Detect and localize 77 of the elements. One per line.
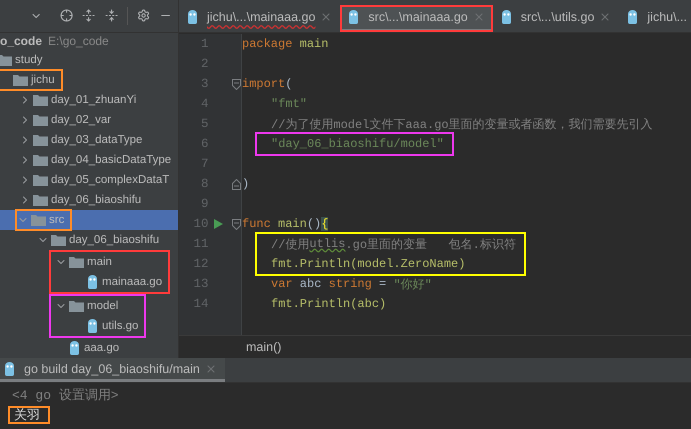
tree-item[interactable]: day_03_dataType (51, 134, 142, 146)
tree-item[interactable]: day_04_basicDataType (51, 154, 172, 166)
fold-icon[interactable] (232, 178, 241, 190)
code-text: abc (298, 277, 322, 291)
code-comment: //为了使用model文件下aaa.go里面的变量或者函数，我们需要先引入 (271, 116, 653, 132)
folder-icon (69, 256, 84, 268)
tree-item[interactable]: day_02_var (51, 114, 112, 126)
gopher-icon (500, 10, 512, 24)
folder-icon (33, 154, 48, 166)
settings-icon[interactable] (136, 8, 150, 24)
project-name[interactable]: o_code (0, 34, 42, 48)
tree-item[interactable]: utils.go (102, 320, 138, 332)
gopher-icon (4, 362, 15, 376)
breadcrumb[interactable]: main() (246, 340, 282, 354)
tree-item[interactable]: day_05_complexDataT (51, 174, 170, 186)
run-icon[interactable] (214, 219, 224, 229)
code-text: { (321, 217, 328, 231)
code-text: string (328, 277, 372, 291)
editor-tab[interactable]: jichu\...\mainaaa.go (179, 5, 340, 32)
console-output: <4 go 设置调用> (12, 387, 119, 404)
gopher-icon (87, 319, 98, 333)
folder-icon (0, 54, 12, 66)
tree-item[interactable]: main (87, 256, 112, 268)
editor-tab[interactable]: src\...\mainaaa.go (340, 5, 493, 32)
code-text: package (242, 37, 292, 51)
code-comment: .go里面的变量 包名.标识符 (345, 236, 516, 252)
close-icon[interactable] (320, 11, 332, 23)
code-comment: utlis (309, 237, 346, 251)
tree-item[interactable]: study (15, 54, 42, 66)
gopher-icon (69, 341, 80, 355)
folder-icon (69, 300, 84, 312)
code-text: () (306, 217, 322, 231)
tree-item[interactable]: day_06_biaoshifu (51, 194, 142, 206)
fold-icon[interactable] (232, 218, 241, 230)
editor-tab[interactable]: src\...\utils.go (492, 5, 620, 32)
close-icon[interactable] (599, 11, 612, 23)
editor-tab[interactable]: jichu\... (619, 5, 691, 32)
code-text: main (277, 217, 307, 231)
gopher-icon (187, 10, 198, 24)
code-text: import (242, 77, 286, 91)
folder-icon (51, 234, 66, 246)
code-text: "你好" (393, 276, 432, 292)
code-text: "fmt" (271, 97, 308, 111)
code-text: fmt.Println(abc) (271, 297, 386, 311)
code-text: "day_06_biaoshifu/model" (271, 137, 444, 151)
fold-icon[interactable] (232, 78, 241, 90)
gopher-icon (87, 275, 98, 289)
code-text: func (242, 217, 271, 231)
close-icon[interactable] (204, 362, 217, 374)
folder-icon (33, 134, 48, 146)
code-text: ) (242, 177, 250, 191)
project-path: E:\go_code (48, 34, 109, 48)
crosshair-icon[interactable] (60, 8, 74, 24)
tree-item[interactable]: aaa.go (84, 342, 120, 354)
collapse-all-icon[interactable] (104, 8, 118, 24)
code-text: var (271, 277, 293, 291)
folder-icon (13, 74, 28, 86)
folder-icon (33, 114, 48, 126)
tree-item[interactable]: mainaaa.go (102, 276, 162, 288)
tree-item[interactable]: jichu (31, 74, 55, 86)
gopher-icon (627, 10, 638, 24)
console-output: 关羽 (14, 407, 40, 424)
code-text: = (378, 277, 388, 291)
code-text: fmt.Println(model.ZeroName) (271, 257, 466, 271)
code-text: main (298, 37, 328, 51)
expand-all-icon[interactable] (82, 8, 96, 24)
tree-item[interactable]: day_06_biaoshifu (69, 234, 160, 246)
code-text: ( (285, 77, 292, 91)
run-tab[interactable]: go build day_06_biaoshifu/main (0, 358, 225, 382)
tree-item[interactable]: day_01_zhuanYi (51, 94, 136, 106)
tree-item[interactable]: model (87, 300, 118, 312)
gopher-icon (348, 10, 360, 24)
folder-icon (33, 94, 48, 106)
folder-icon (33, 194, 48, 206)
folder-icon (33, 174, 48, 186)
code-comment: //使用 (271, 236, 310, 252)
folder-icon (31, 214, 46, 226)
